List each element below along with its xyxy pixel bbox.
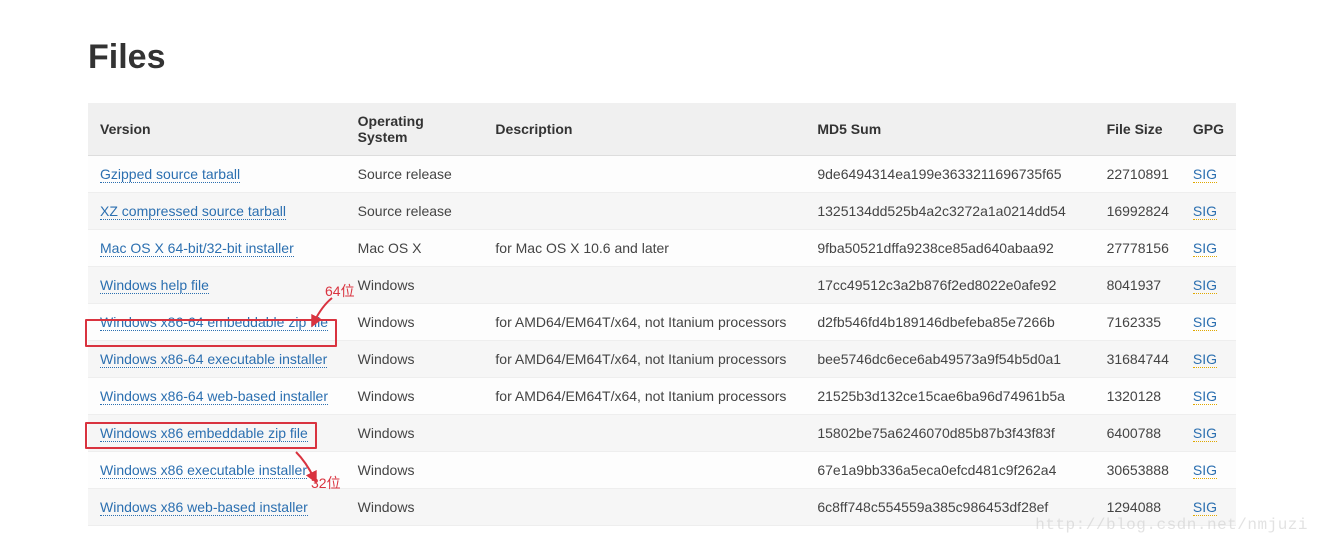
os-cell: Source release xyxy=(346,156,484,193)
version-link[interactable]: Windows x86-64 web-based installer xyxy=(100,388,328,405)
size-cell: 27778156 xyxy=(1095,230,1181,267)
table-row: Mac OS X 64-bit/32-bit installer Mac OS X… xyxy=(88,230,1236,267)
md5-cell: 21525b3d132ce15cae6ba96d74961b5a xyxy=(805,378,1094,415)
watermark: http://blog.csdn.net/nmjuzi xyxy=(1035,516,1308,534)
files-table: Version Operating System Description MD5… xyxy=(88,103,1236,526)
gpg-sig-link[interactable]: SIG xyxy=(1193,203,1217,220)
description-cell xyxy=(483,452,805,489)
version-link[interactable]: Windows x86-64 executable installer xyxy=(100,351,327,368)
size-cell: 30653888 xyxy=(1095,452,1181,489)
table-row: Gzipped source tarball Source release 9de6… xyxy=(88,156,1236,193)
gpg-sig-link[interactable]: SIG xyxy=(1193,425,1217,442)
size-cell: 8041937 xyxy=(1095,267,1181,304)
column-header-version: Version xyxy=(88,103,346,156)
table-row: Windows x86 embeddable zip file Windows 15… xyxy=(88,415,1236,452)
gpg-sig-link[interactable]: SIG xyxy=(1193,499,1217,516)
gpg-sig-link[interactable]: SIG xyxy=(1193,166,1217,183)
version-link[interactable]: XZ compressed source tarball xyxy=(100,203,286,220)
md5-cell: 17cc49512c3a2b876f2ed8022e0afe92 xyxy=(805,267,1094,304)
description-cell xyxy=(483,415,805,452)
size-cell: 16992824 xyxy=(1095,193,1181,230)
md5-cell: 9de6494314ea199e3633211696735f65 xyxy=(805,156,1094,193)
column-header-desc: Description xyxy=(483,103,805,156)
table-row: XZ compressed source tarball Source relea… xyxy=(88,193,1236,230)
description-cell: for AMD64/EM64T/x64, not Itanium process… xyxy=(483,304,805,341)
description-cell xyxy=(483,489,805,526)
table-row: Windows x86-64 executable installer Windo… xyxy=(88,341,1236,378)
os-cell: Windows xyxy=(346,341,484,378)
size-cell: 22710891 xyxy=(1095,156,1181,193)
version-link[interactable]: Mac OS X 64-bit/32-bit installer xyxy=(100,240,294,257)
description-cell xyxy=(483,193,805,230)
table-header-row: Version Operating System Description MD5… xyxy=(88,103,1236,156)
version-link[interactable]: Windows x86 web-based installer xyxy=(100,499,308,516)
version-link[interactable]: Windows x86-64 embeddable zip file xyxy=(100,314,328,331)
os-cell: Windows xyxy=(346,415,484,452)
gpg-sig-link[interactable]: SIG xyxy=(1193,462,1217,479)
column-header-size: File Size xyxy=(1095,103,1181,156)
column-header-gpg: GPG xyxy=(1181,103,1236,156)
gpg-sig-link[interactable]: SIG xyxy=(1193,314,1217,331)
table-row: Windows x86-64 web-based installer Window… xyxy=(88,378,1236,415)
md5-cell: 1325134dd525b4a2c3272a1a0214dd54 xyxy=(805,193,1094,230)
md5-cell: bee5746dc6ece6ab49573a9f54b5d0a1 xyxy=(805,341,1094,378)
os-cell: Windows xyxy=(346,304,484,341)
description-cell: for AMD64/EM64T/x64, not Itanium process… xyxy=(483,341,805,378)
os-cell: Windows xyxy=(346,489,484,526)
md5-cell: 67e1a9bb336a5eca0efcd481c9f262a4 xyxy=(805,452,1094,489)
os-cell: Source release xyxy=(346,193,484,230)
size-cell: 7162335 xyxy=(1095,304,1181,341)
description-cell xyxy=(483,267,805,304)
table-row: Windows x86-64 embeddable zip file Window… xyxy=(88,304,1236,341)
gpg-sig-link[interactable]: SIG xyxy=(1193,277,1217,294)
size-cell: 31684744 xyxy=(1095,341,1181,378)
description-cell: for Mac OS X 10.6 and later xyxy=(483,230,805,267)
size-cell: 6400788 xyxy=(1095,415,1181,452)
md5-cell: d2fb546fd4b189146dbefeba85e7266b xyxy=(805,304,1094,341)
column-header-md5: MD5 Sum xyxy=(805,103,1094,156)
os-cell: Mac OS X xyxy=(346,230,484,267)
description-cell xyxy=(483,156,805,193)
md5-cell: 9fba50521dffa9238ce85ad640abaa92 xyxy=(805,230,1094,267)
gpg-sig-link[interactable]: SIG xyxy=(1193,388,1217,405)
version-link[interactable]: Windows help file xyxy=(100,277,209,294)
table-row: Windows help file Windows 17cc49512c3a2b87… xyxy=(88,267,1236,304)
md5-cell: 15802be75a6246070d85b87b3f43f83f xyxy=(805,415,1094,452)
description-cell: for AMD64/EM64T/x64, not Itanium process… xyxy=(483,378,805,415)
gpg-sig-link[interactable]: SIG xyxy=(1193,240,1217,257)
gpg-sig-link[interactable]: SIG xyxy=(1193,351,1217,368)
version-link[interactable]: Windows x86 executable installer xyxy=(100,462,307,479)
size-cell: 1320128 xyxy=(1095,378,1181,415)
os-cell: Windows xyxy=(346,452,484,489)
os-cell: Windows xyxy=(346,378,484,415)
page-title: Files xyxy=(88,38,1236,77)
table-row: Windows x86 executable installer Windows 6… xyxy=(88,452,1236,489)
version-link[interactable]: Gzipped source tarball xyxy=(100,166,240,183)
os-cell: Windows xyxy=(346,267,484,304)
version-link[interactable]: Windows x86 embeddable zip file xyxy=(100,425,308,442)
column-header-os: Operating System xyxy=(346,103,484,156)
